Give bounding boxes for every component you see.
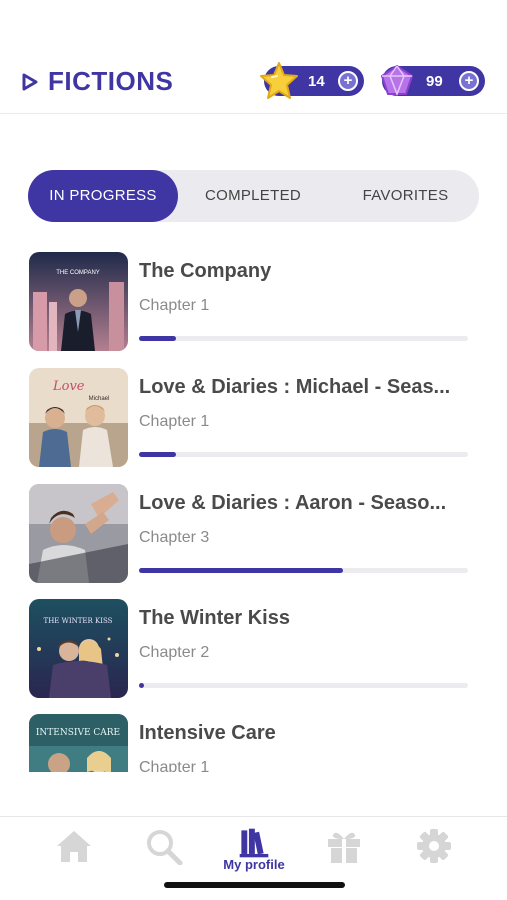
page-title: FICTIONS: [48, 66, 174, 96]
svg-text:THE WINTER KISS: THE WINTER KISS: [44, 617, 113, 625]
header: FICTIONS 14 + 99 +: [0, 0, 507, 114]
add-stars-button[interactable]: +: [338, 71, 358, 91]
progress-bar: [139, 336, 468, 341]
list-item[interactable]: Love & Diaries : Aaron - Seaso... Chapte…: [0, 484, 507, 584]
story-cover: Love Michael: [29, 368, 128, 467]
stars-balance[interactable]: 14 +: [260, 62, 364, 99]
story-title: The Winter Kiss: [139, 607, 290, 629]
story-cover: THE COMPANY: [29, 252, 128, 351]
svg-text:Love: Love: [52, 379, 85, 394]
gems-count: 99: [426, 73, 443, 90]
progress-fill: [139, 452, 176, 457]
story-title: The Company: [139, 260, 272, 282]
list-item[interactable]: INTENSIVE CARE Intensive Care Chapter 1: [0, 714, 507, 772]
list-item[interactable]: Love Michael Love & Diaries : Michael - …: [0, 368, 507, 468]
story-chapter: Chapter 2: [139, 644, 210, 661]
svg-text:THE COMPANY: THE COMPANY: [56, 270, 100, 276]
story-cover: [29, 484, 128, 583]
play-arrow-icon: [22, 73, 38, 90]
search-icon: [147, 830, 183, 865]
add-gems-button[interactable]: +: [459, 71, 479, 91]
story-title: Intensive Care: [139, 722, 276, 744]
story-chapter: Chapter 1: [139, 759, 210, 772]
story-chapter: Chapter 1: [139, 297, 210, 314]
gem-icon: [381, 65, 413, 97]
story-list: THE COMPANY The Company Chapter 1 Love M…: [0, 252, 507, 772]
star-icon: [260, 62, 298, 99]
gear-icon: [417, 829, 451, 863]
progress-bar: [139, 683, 468, 688]
progress-fill: [139, 568, 343, 573]
svg-text:Michael: Michael: [89, 396, 110, 402]
story-filter-tabs: IN PROGRESS COMPLETED FAVORITES: [28, 170, 479, 222]
story-cover: INTENSIVE CARE: [29, 714, 128, 772]
page-title-group: FICTIONS: [22, 66, 173, 97]
story-title: Love & Diaries : Michael - Seas...: [139, 376, 451, 398]
story-chapter: Chapter 1: [139, 413, 210, 430]
story-title: Love & Diaries : Aaron - Seaso...: [139, 492, 447, 514]
story-cover: THE WINTER KISS: [29, 599, 128, 698]
gift-icon: [328, 832, 360, 863]
tab-in-progress[interactable]: IN PROGRESS: [28, 170, 178, 222]
home-icon: [57, 831, 91, 862]
nav-search[interactable]: [134, 827, 194, 877]
nav-label-my-profile: My profile: [223, 857, 285, 872]
list-item[interactable]: THE COMPANY The Company Chapter 1: [0, 252, 507, 352]
nav-home[interactable]: [44, 827, 104, 877]
story-chapter: Chapter 3: [139, 529, 210, 546]
home-indicator[interactable]: [164, 882, 345, 888]
progress-bar: [139, 452, 468, 457]
bookshelf-icon: [239, 828, 269, 858]
nav-settings[interactable]: [404, 827, 464, 877]
list-item[interactable]: THE WINTER KISS The Winter Kiss Chapter …: [0, 599, 507, 699]
gems-balance[interactable]: 99 +: [381, 65, 485, 97]
progress-fill: [139, 683, 144, 688]
progress-fill: [139, 336, 176, 341]
svg-text:INTENSIVE CARE: INTENSIVE CARE: [36, 728, 120, 738]
progress-bar: [139, 568, 468, 573]
stars-count: 14: [308, 73, 325, 90]
tab-favorites[interactable]: FAVORITES: [338, 170, 473, 222]
tab-completed[interactable]: COMPLETED: [183, 170, 323, 222]
nav-gifts[interactable]: [314, 827, 374, 877]
nav-my-profile[interactable]: My profile: [223, 827, 285, 877]
